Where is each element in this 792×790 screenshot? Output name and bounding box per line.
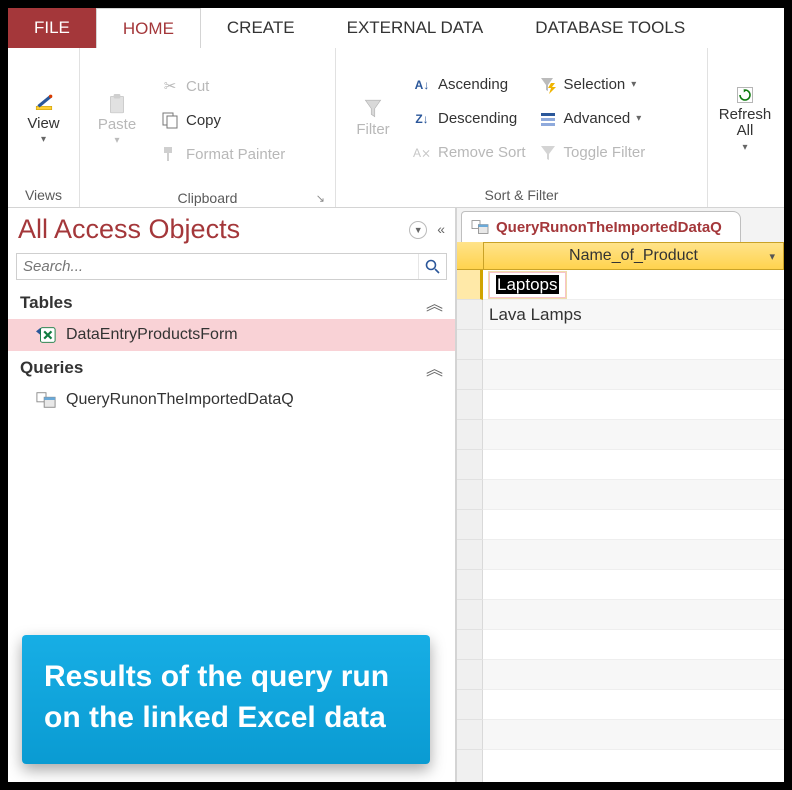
collapse-nav-button[interactable]: « xyxy=(437,221,445,239)
tab-create[interactable]: CREATE xyxy=(201,8,321,48)
group-label-sort-filter: Sort & Filter xyxy=(342,185,701,205)
cell-value: Laptops xyxy=(496,275,559,294)
tab-external-data[interactable]: EXTERNAL DATA xyxy=(321,8,510,48)
queries-heading: Queries xyxy=(20,358,83,378)
dropdown-caret-icon: ▾ xyxy=(742,142,747,153)
datasheet-area: QueryRunonTheImportedDataQ Name_of_Produ… xyxy=(456,208,784,782)
column-header-label: Name_of_Product xyxy=(569,247,698,265)
paste-button[interactable]: Paste ▾ xyxy=(86,52,148,188)
annotation-callout: Results of the query run on the linked E… xyxy=(22,635,430,764)
filter-button[interactable]: Filter xyxy=(342,52,404,185)
dropdown-caret-icon: ▾ xyxy=(41,134,46,145)
ruler-pencil-icon xyxy=(34,93,54,113)
funnel-lightning-icon xyxy=(538,75,558,95)
object-tab-query[interactable]: QueryRunonTheImportedDataQ xyxy=(461,211,741,242)
tab-home[interactable]: HOME xyxy=(96,8,201,48)
remove-sort-label: Remove Sort xyxy=(438,144,526,161)
linked-excel-table-icon xyxy=(36,325,56,345)
tab-database-tools[interactable]: DATABASE TOOLS xyxy=(509,8,711,48)
nav-item-query[interactable]: QueryRunonTheImportedDataQ xyxy=(8,384,455,416)
scissors-icon: ✂ xyxy=(160,76,180,96)
record-selector[interactable] xyxy=(457,300,483,330)
filter-label: Filter xyxy=(356,121,389,138)
select-query-icon xyxy=(36,390,56,410)
nav-title: All Access Objects xyxy=(18,214,240,245)
current-record-indicator[interactable] xyxy=(457,270,483,300)
nav-group-tables[interactable]: Tables ︽ xyxy=(8,286,455,319)
advanced-filter-icon xyxy=(538,109,558,129)
refresh-label: Refresh All xyxy=(719,107,772,140)
advanced-button[interactable]: Advanced ▾ xyxy=(534,105,650,133)
nav-item-label: QueryRunonTheImportedDataQ xyxy=(66,391,294,409)
column-header[interactable]: Name_of_Product ▾ xyxy=(483,242,784,270)
search-input[interactable] xyxy=(17,254,418,279)
sort-desc-icon: Z↓ xyxy=(412,109,432,129)
ribbon-tabs: FILE HOME CREATE EXTERNAL DATA DATABASE … xyxy=(8,8,784,48)
cut-label: Cut xyxy=(186,78,209,95)
nav-group-queries[interactable]: Queries ︽ xyxy=(8,351,455,384)
column-filter-dropdown[interactable]: ▾ xyxy=(769,250,775,263)
copy-label: Copy xyxy=(186,112,221,129)
refresh-all-button[interactable]: Refresh All ▾ xyxy=(714,52,776,185)
remove-sort-button[interactable]: A⨯ Remove Sort xyxy=(408,139,530,167)
paste-label: Paste xyxy=(98,116,136,133)
sort-ascending-button[interactable]: A↓ Ascending xyxy=(408,71,530,99)
funnel-icon xyxy=(538,143,558,163)
dropdown-caret-icon: ▾ xyxy=(631,79,636,90)
nav-item-label: DataEntryProductsForm xyxy=(66,326,238,344)
view-label: View xyxy=(27,115,59,132)
refresh-icon xyxy=(735,85,755,105)
selection-button[interactable]: Selection ▾ xyxy=(534,71,650,99)
ribbon: View ▾ Views Paste ▾ ✂ Cut xyxy=(8,48,784,208)
table-row[interactable]: Laptops xyxy=(483,270,784,300)
record-selector-column xyxy=(457,242,483,782)
cut-button[interactable]: ✂ Cut xyxy=(156,72,289,100)
nav-menu-dropdown[interactable]: ▼ xyxy=(409,221,427,239)
sort-asc-icon: A↓ xyxy=(412,75,432,95)
view-button[interactable]: View ▾ xyxy=(14,52,73,185)
dropdown-caret-icon: ▾ xyxy=(114,135,119,146)
table-row[interactable]: Lava Lamps xyxy=(483,300,784,330)
datasheet-rows: Laptops Lava Lamps xyxy=(483,270,784,782)
toggle-filter-button[interactable]: Toggle Filter xyxy=(534,139,650,167)
asc-label: Ascending xyxy=(438,76,508,93)
tables-heading: Tables xyxy=(20,293,73,313)
remove-sort-icon: A⨯ xyxy=(412,143,432,163)
nav-search xyxy=(16,253,447,280)
sort-descending-button[interactable]: Z↓ Descending xyxy=(408,105,530,133)
tab-file[interactable]: FILE xyxy=(8,8,96,48)
group-label-views: Views xyxy=(14,185,73,205)
funnel-icon xyxy=(363,99,383,119)
selection-label: Selection xyxy=(564,76,626,93)
cell-value: Lava Lamps xyxy=(489,305,582,325)
navigation-pane: All Access Objects ▼ « Tables ︽ xyxy=(8,208,456,782)
clipboard-icon xyxy=(107,94,127,114)
paintbrush-icon xyxy=(160,144,180,164)
advanced-label: Advanced xyxy=(564,110,631,127)
format-painter-button[interactable]: Format Painter xyxy=(156,140,289,168)
active-cell[interactable]: Laptops xyxy=(489,272,566,298)
desc-label: Descending xyxy=(438,110,517,127)
copy-button[interactable]: Copy xyxy=(156,106,289,134)
nav-item-table[interactable]: DataEntryProductsForm xyxy=(8,319,455,351)
copy-icon xyxy=(160,110,180,130)
dropdown-caret-icon: ▾ xyxy=(636,113,641,124)
search-icon[interactable] xyxy=(418,254,446,279)
dialog-launcher-icon[interactable]: ↘ xyxy=(86,192,329,205)
format-painter-label: Format Painter xyxy=(186,146,285,163)
select-query-icon xyxy=(470,217,490,237)
chevron-up-icon: ︽ xyxy=(426,355,443,380)
object-tab-label: QueryRunonTheImportedDataQ xyxy=(496,219,722,236)
toggle-filter-label: Toggle Filter xyxy=(564,144,646,161)
chevron-up-icon: ︽ xyxy=(426,290,443,315)
